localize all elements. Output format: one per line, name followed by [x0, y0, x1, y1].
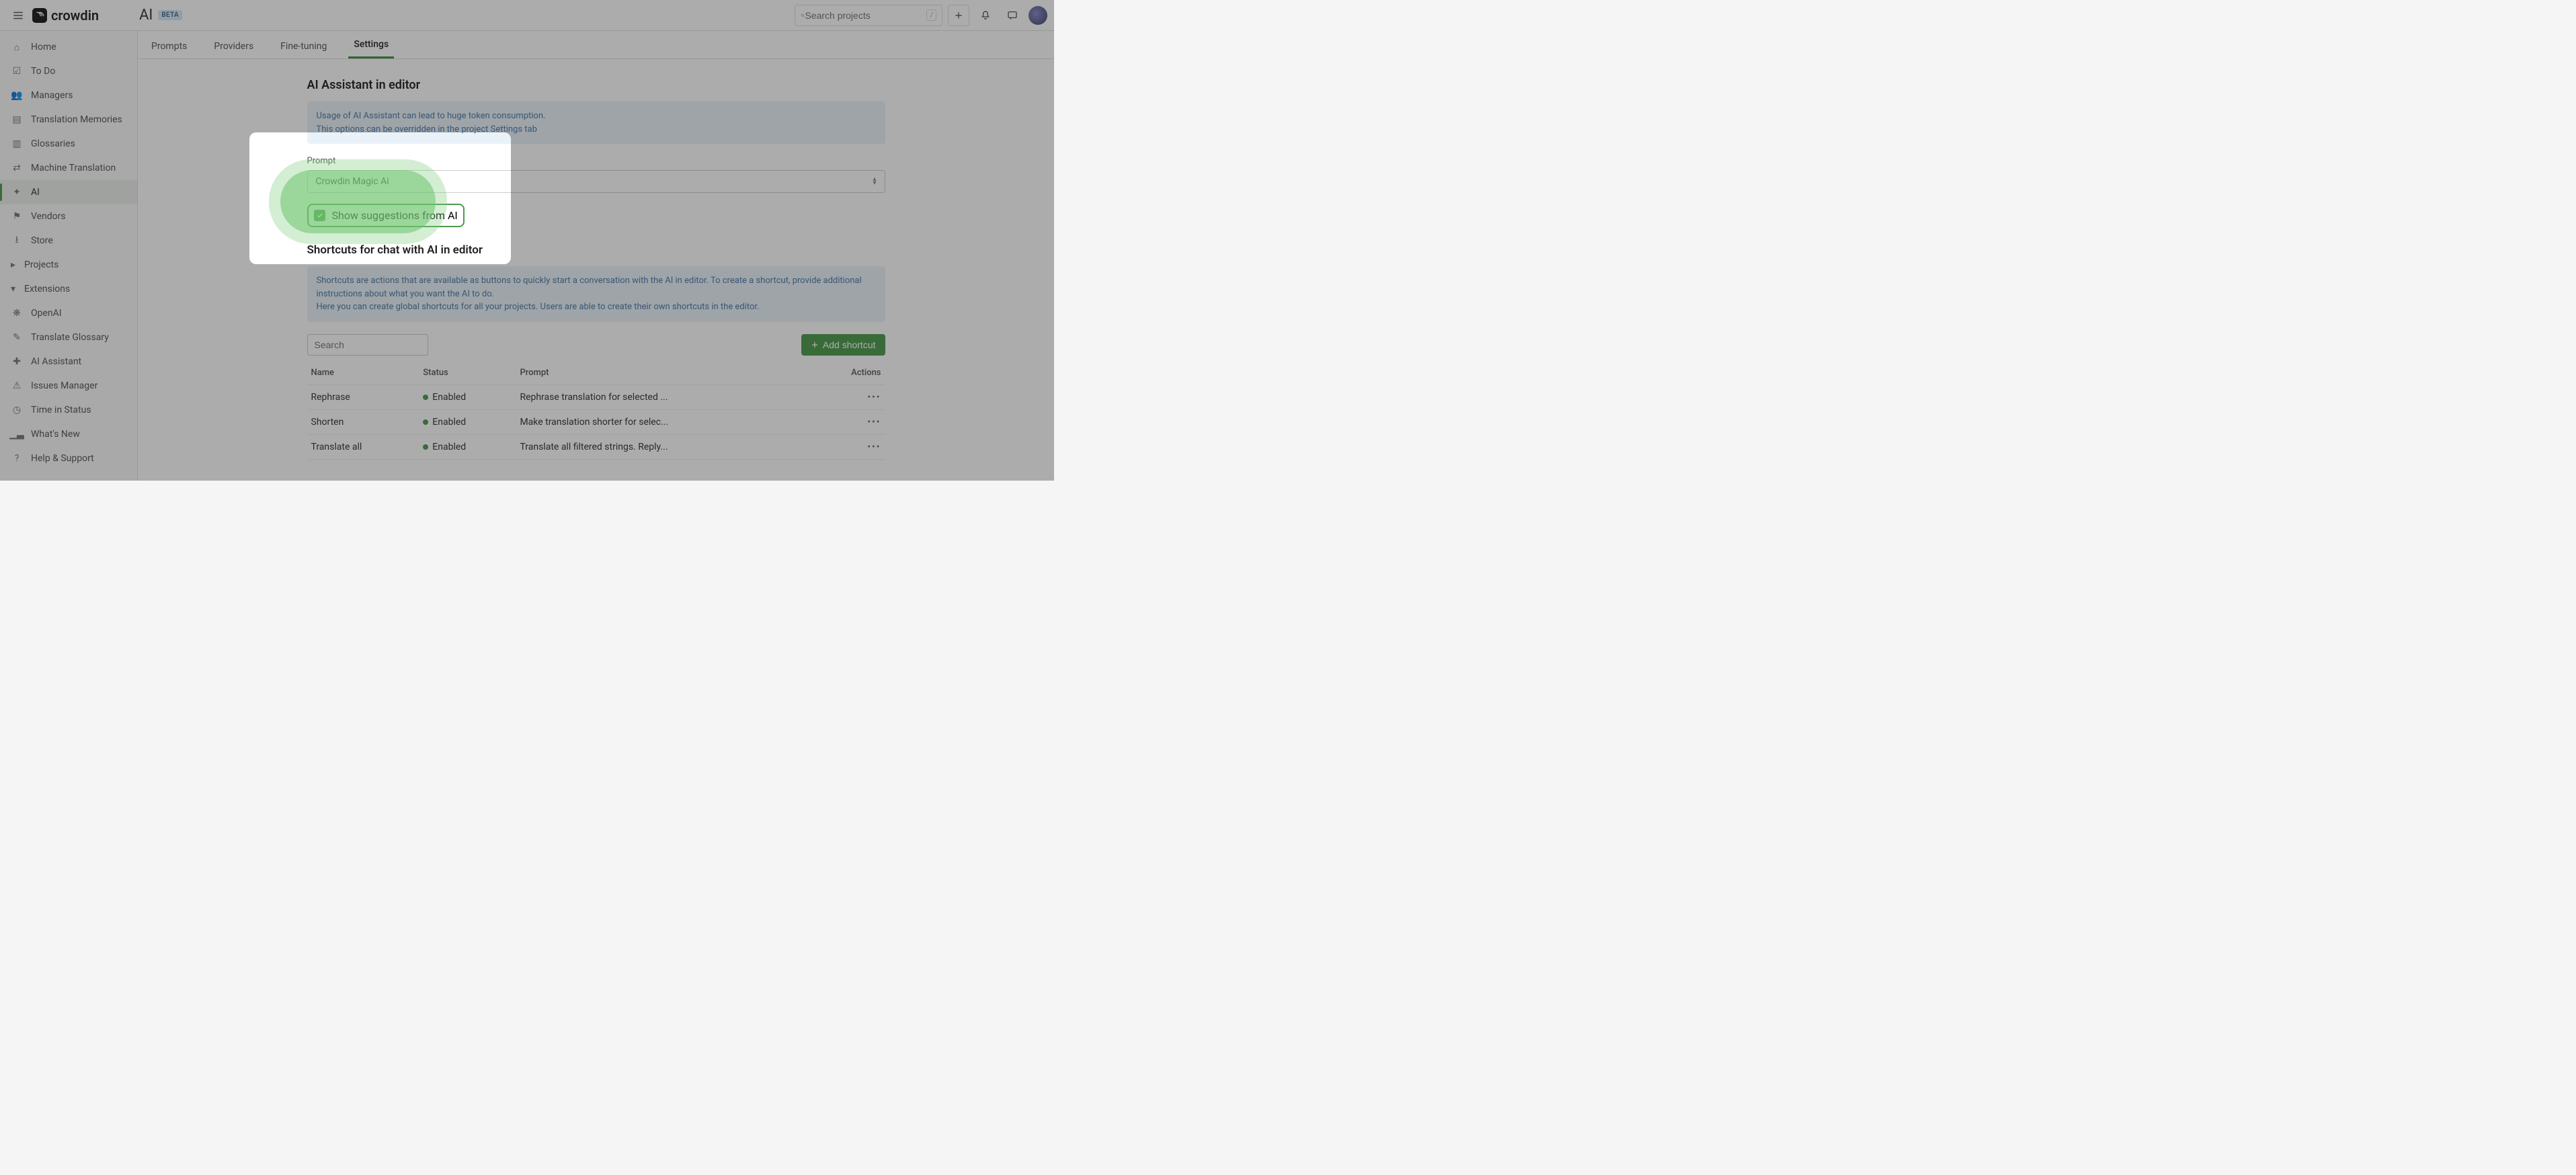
tab-prompts[interactable]: Prompts — [146, 34, 192, 58]
table-row: Translate all Enabled Translate all filt… — [307, 434, 885, 459]
sidebar-item-home[interactable]: ⌂Home — [0, 35, 137, 59]
sidebar: ⌂Home ☑To Do 👥Managers ▤Translation Memo… — [0, 31, 138, 481]
sidebar-ext-openai[interactable]: ❋OpenAI — [0, 301, 137, 325]
avatar[interactable] — [1029, 6, 1047, 25]
translate-icon: ⇄ — [11, 162, 23, 174]
tab-settings[interactable]: Settings — [348, 32, 394, 58]
help-icon: ? — [11, 452, 23, 464]
openai-icon: ❋ — [11, 307, 23, 319]
search-input[interactable] — [805, 10, 926, 21]
sidebar-item-glossaries[interactable]: ▥Glossaries — [0, 132, 137, 156]
chevron-down-icon: ▾ — [11, 284, 17, 294]
home-icon: ⌂ — [11, 41, 23, 53]
shortcuts-search[interactable] — [307, 334, 428, 356]
status-dot-icon — [423, 395, 428, 400]
prompt-value: Crowdin Magic Ai — [316, 176, 389, 187]
glossary-icon: ✎ — [11, 331, 23, 343]
messages-icon[interactable] — [1002, 5, 1023, 26]
row-actions-menu[interactable]: ••• — [867, 417, 881, 428]
shortcuts-table: Name Status Prompt Actions Rephrase Enab… — [307, 361, 885, 460]
sidebar-item-store[interactable]: ⭳Store — [0, 229, 137, 253]
row-name: Translate all — [307, 434, 419, 459]
shortcuts-note: Shortcuts are actions that are available… — [307, 266, 885, 322]
hamburger-menu[interactable] — [7, 4, 30, 27]
book2-icon: ▥ — [11, 138, 23, 150]
status-dot-icon — [423, 419, 428, 425]
issues-icon: ⚠ — [11, 380, 23, 392]
search-projects[interactable]: / — [795, 5, 942, 26]
row-prompt: Make translation shorter for selec... — [516, 409, 813, 434]
select-caret-icon: ▴▾ — [873, 177, 876, 186]
sidebar-section-extensions[interactable]: ▾Extensions — [0, 277, 137, 301]
sidebar-section-projects[interactable]: ▸Projects — [0, 253, 137, 277]
chevron-right-icon: ▸ — [11, 259, 17, 270]
sidebar-item-todo[interactable]: ☑To Do — [0, 59, 137, 83]
section-heading-shortcuts: Shortcuts for chat with AI in editor — [307, 243, 885, 257]
sidebar-ext-whatsnew[interactable]: ▁▃What's New — [0, 422, 137, 446]
notifications-icon[interactable] — [975, 5, 996, 26]
sidebar-item-tm[interactable]: ▤Translation Memories — [0, 108, 137, 132]
add-shortcut-button[interactable]: Add shortcut — [801, 334, 885, 356]
add-button[interactable] — [948, 5, 969, 26]
store-icon: ⚑ — [11, 210, 23, 222]
book-icon: ▤ — [11, 114, 23, 126]
sidebar-item-mt[interactable]: ⇄Machine Translation — [0, 156, 137, 180]
logo-text: crowdin — [51, 7, 99, 24]
logo[interactable]: crowdin — [32, 7, 99, 24]
row-status: Enabled — [419, 409, 516, 434]
row-actions-menu[interactable]: ••• — [867, 442, 881, 452]
col-name: Name — [307, 361, 419, 385]
table-row: Shorten Enabled Make translation shorter… — [307, 409, 885, 434]
row-actions-menu[interactable]: ••• — [867, 392, 881, 403]
col-prompt: Prompt — [516, 361, 813, 385]
checkbox-icon: ☑ — [11, 65, 23, 77]
assistant-note: Usage of AI Assistant can lead to huge t… — [307, 102, 885, 144]
status-dot-icon — [423, 444, 428, 450]
page-title: AI — [139, 7, 153, 24]
graph-icon: ▁▃ — [11, 428, 23, 440]
sparkle-icon: ✦ — [11, 186, 23, 198]
clock-icon: ◷ — [11, 404, 23, 416]
sidebar-ext-help[interactable]: ?Help & Support — [0, 446, 137, 471]
sidebar-item-vendors[interactable]: ⚑Vendors — [0, 204, 137, 229]
search-kbd: / — [926, 9, 936, 21]
sidebar-ext-issues[interactable]: ⚠Issues Manager — [0, 374, 137, 398]
prompt-select[interactable]: Crowdin Magic Ai ▴▾ — [307, 170, 885, 193]
plus-icon — [811, 341, 819, 349]
show-suggestions-checkbox[interactable]: Show suggestions from AI — [307, 204, 465, 227]
logo-icon — [32, 8, 47, 23]
row-prompt: Translate all filtered strings. Reply... — [516, 434, 813, 459]
sidebar-ext-ai-assistant[interactable]: ✚AI Assistant — [0, 350, 137, 374]
row-status: Enabled — [419, 384, 516, 409]
tabs: Prompts Providers Fine-tuning Settings — [138, 31, 1054, 59]
checkbox-label: Show suggestions from AI — [332, 209, 458, 222]
sidebar-ext-time-status[interactable]: ◷Time in Status — [0, 398, 137, 422]
assistant-icon: ✚ — [11, 356, 23, 368]
row-prompt: Rephrase translation for selected ... — [516, 384, 813, 409]
col-status: Status — [419, 361, 516, 385]
section-heading-assistant: AI Assistant in editor — [307, 78, 885, 92]
prompt-label: Prompt — [307, 156, 885, 166]
tab-finetuning[interactable]: Fine-tuning — [275, 34, 332, 58]
row-status: Enabled — [419, 434, 516, 459]
row-name: Rephrase — [307, 384, 419, 409]
download-icon: ⭳ — [11, 235, 23, 247]
tab-providers[interactable]: Providers — [208, 34, 259, 58]
table-row: Rephrase Enabled Rephrase translation fo… — [307, 384, 885, 409]
sidebar-ext-translate-glossary[interactable]: ✎Translate Glossary — [0, 325, 137, 350]
col-actions: Actions — [813, 361, 885, 385]
checkbox-checked-icon — [314, 210, 325, 221]
row-name: Shorten — [307, 409, 419, 434]
sidebar-item-managers[interactable]: 👥Managers — [0, 83, 137, 108]
sidebar-item-ai[interactable]: ✦AI — [0, 180, 137, 204]
beta-badge: BETA — [158, 10, 182, 20]
people-icon: 👥 — [11, 89, 23, 102]
